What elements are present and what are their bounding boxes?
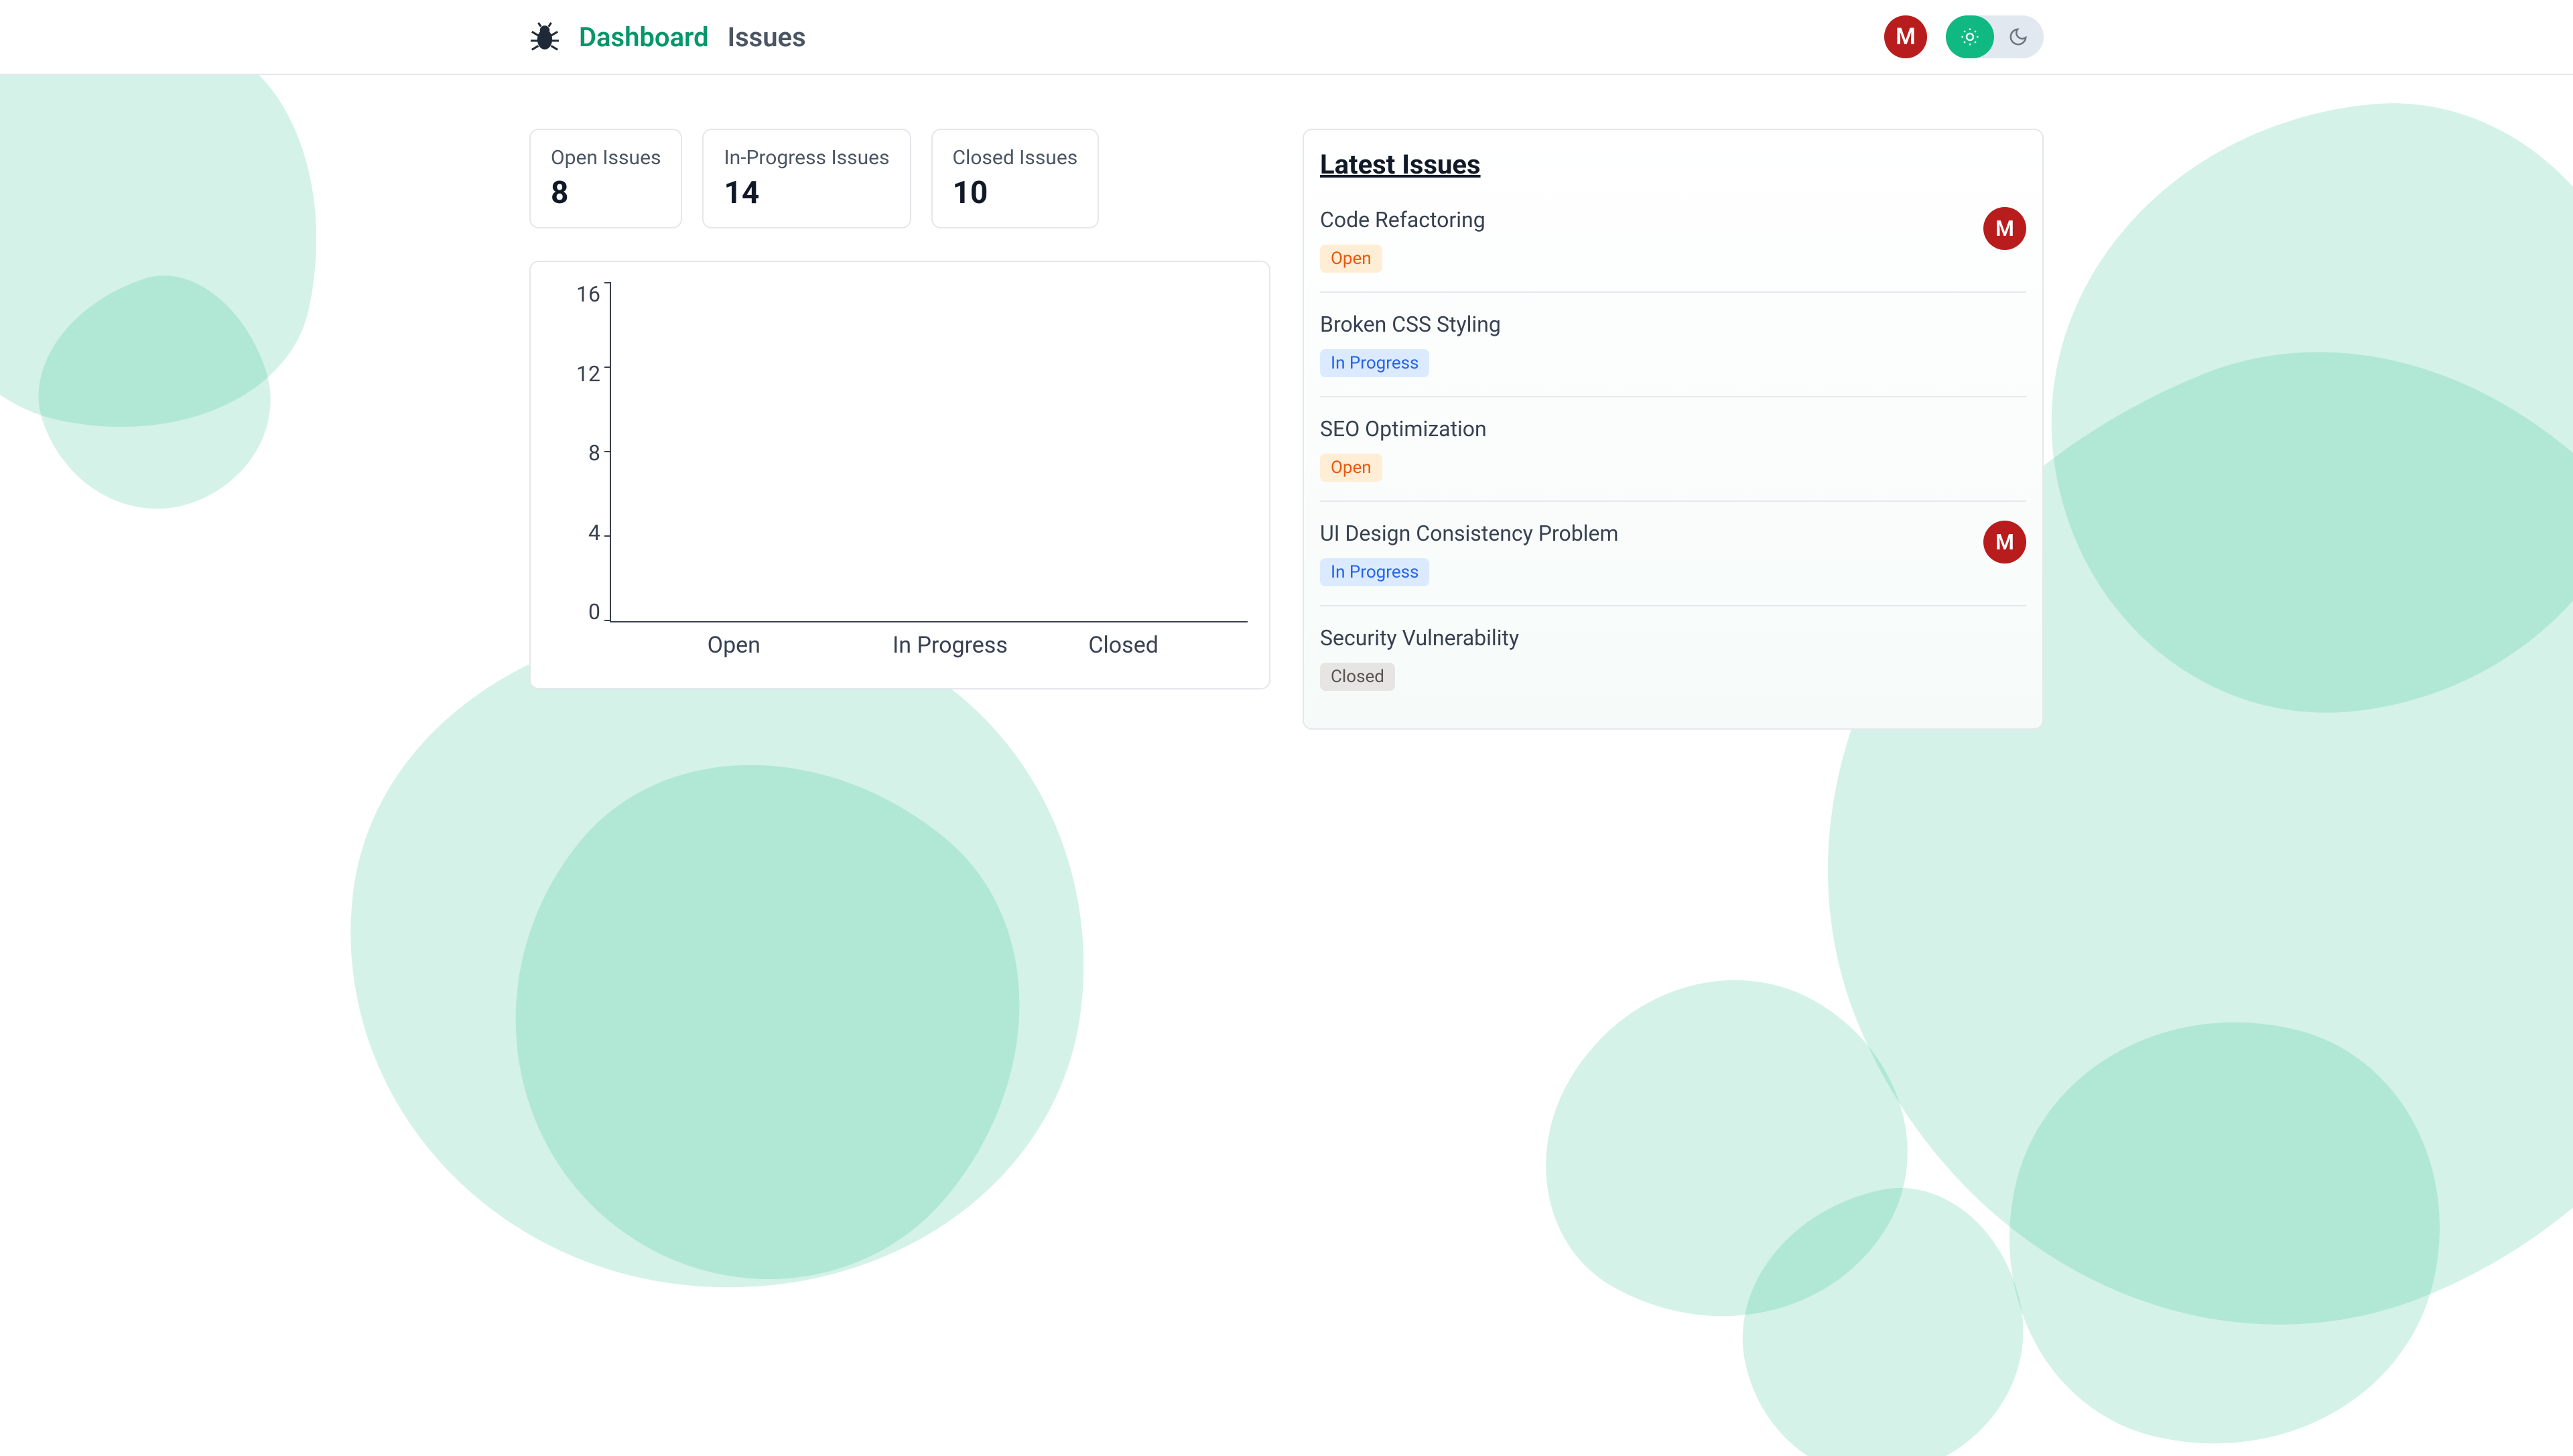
nav-dashboard[interactable]: Dashboard xyxy=(579,21,709,53)
moon-icon xyxy=(1994,15,2042,58)
status-badge: Closed xyxy=(1320,663,1395,691)
chart-x-label: In Progress xyxy=(893,632,965,667)
stat-label: Open Issues xyxy=(551,146,661,170)
bug-logo-icon xyxy=(529,21,560,52)
assignee-avatar[interactable]: M xyxy=(1983,207,2026,250)
user-avatar[interactable]: M xyxy=(1884,15,1927,58)
stat-in-progress-issues: In-Progress Issues 14 xyxy=(702,129,911,228)
issue-title: UI Design Consistency Problem xyxy=(1320,521,1618,546)
stat-label: In-Progress Issues xyxy=(724,146,889,170)
topbar: Dashboard Issues M xyxy=(0,0,2573,75)
chart-y-tick: 12 xyxy=(576,363,600,385)
chart-y-tick: 16 xyxy=(576,283,600,305)
issue-title: Security Vulnerability xyxy=(1320,625,1519,651)
chart-plot-area xyxy=(610,283,1248,622)
chart-y-axis: 16 12 8 4 0 xyxy=(552,283,610,667)
status-badge: In Progress xyxy=(1320,349,1429,377)
stat-value: 14 xyxy=(724,175,889,211)
chart-y-tick: 0 xyxy=(588,601,600,622)
issue-row[interactable]: Broken CSS Styling In Progress xyxy=(1320,293,2026,397)
chart-y-tick: 4 xyxy=(588,522,600,543)
issue-row[interactable]: UI Design Consistency Problem In Progress… xyxy=(1320,502,2026,606)
stat-value: 8 xyxy=(551,175,661,211)
assignee-avatar[interactable]: M xyxy=(1983,521,2026,564)
panel-title: Latest Issues xyxy=(1320,149,2026,188)
stats-row: Open Issues 8 In-Progress Issues 14 Clos… xyxy=(529,129,1270,228)
issue-title: Code Refactoring xyxy=(1320,207,1486,233)
stat-closed-issues: Closed Issues 10 xyxy=(931,129,1100,228)
chart-y-tick: 8 xyxy=(588,442,600,464)
latest-issues-panel: Latest Issues Code Refactoring Open M Broke… xyxy=(1303,129,2044,730)
chart-x-label: Closed xyxy=(1087,632,1160,667)
issue-title: Broken CSS Styling xyxy=(1320,312,1501,337)
issue-row[interactable]: Security Vulnerability Closed xyxy=(1320,606,2026,710)
status-badge: In Progress xyxy=(1320,558,1429,586)
nav-issues[interactable]: Issues xyxy=(728,21,806,53)
left-column: Open Issues 8 In-Progress Issues 14 Clos… xyxy=(529,129,1270,730)
chart-x-axis: Open In Progress Closed xyxy=(610,622,1248,667)
stat-value: 10 xyxy=(953,175,1078,211)
sun-icon xyxy=(1946,15,1994,58)
status-badge: Open xyxy=(1320,454,1382,482)
chart-x-label: Open xyxy=(698,632,770,667)
stat-open-issues: Open Issues 8 xyxy=(529,129,682,228)
issues-bar-chart: 16 12 8 4 0 Open In Progress Closed xyxy=(529,261,1270,689)
stat-label: Closed Issues xyxy=(953,146,1078,170)
theme-toggle[interactable] xyxy=(1946,15,2044,58)
issue-title: SEO Optimization xyxy=(1320,416,1487,442)
status-badge: Open xyxy=(1320,245,1382,273)
issue-row[interactable]: Code Refactoring Open M xyxy=(1320,188,2026,293)
issue-row[interactable]: SEO Optimization Open xyxy=(1320,397,2026,502)
